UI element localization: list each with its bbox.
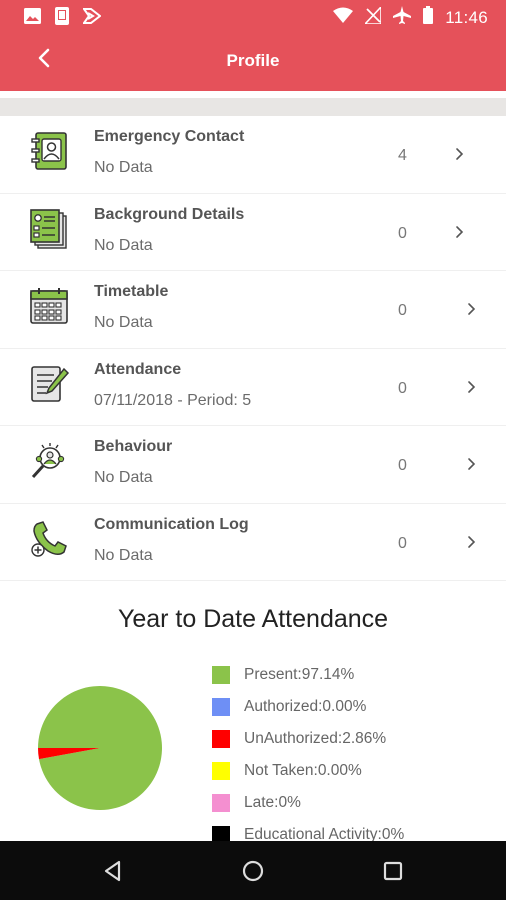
chevron-right-icon: [454, 147, 468, 163]
legend-item-unauthorized: UnAuthorized:2.86%: [212, 723, 404, 755]
list-item-behaviour[interactable]: Behaviour No Data 0: [0, 426, 506, 504]
attendance-heading: Year to Date Attendance: [117, 605, 389, 633]
legend-item-late: Late:0%: [212, 787, 404, 819]
recents-square-icon[interactable]: [380, 858, 406, 884]
chart-legend: Present:97.14% Authorized:0.00% UnAuthor…: [212, 659, 404, 851]
list-item-count: 0: [398, 457, 407, 474]
contact-book-icon: [28, 130, 70, 172]
list-item-subtitle: No Data: [94, 546, 153, 564]
legend-label: Late:0%: [244, 794, 301, 811]
legend-item-authorized: Authorized:0.00%: [212, 691, 404, 723]
list-item-count: 4: [398, 147, 407, 164]
battery-icon: [423, 6, 434, 29]
wifi-icon: [333, 7, 354, 28]
chevron-right-icon: [454, 225, 468, 241]
status-bar-notifications: [24, 7, 102, 30]
chevron-right-icon: [466, 302, 480, 318]
list-item-subtitle: No Data: [94, 469, 153, 486]
legend-item-present: Present:97.14%: [212, 659, 404, 691]
clipboard-pen-icon: [28, 363, 70, 405]
list-item-title: Timetable: [94, 283, 169, 300]
back-triangle-icon[interactable]: [100, 858, 126, 884]
phone-add-icon: [28, 518, 70, 560]
list-item-count: 0: [398, 534, 407, 552]
app-notification-icon: [82, 8, 102, 29]
phone-device-icon: [55, 7, 69, 30]
list-item-timetable[interactable]: Timetable No Data 0: [0, 271, 506, 349]
list-item-title: Background Details: [94, 205, 245, 223]
list-item-count: 0: [398, 302, 407, 319]
legend-swatch: [212, 730, 230, 748]
list-item-title: Emergency Contact: [94, 128, 245, 145]
list-item-subtitle: No Data: [94, 159, 153, 176]
chevron-right-icon: [466, 380, 480, 396]
list-item-communication-log[interactable]: Communication Log No Data 0: [0, 504, 506, 581]
legend-swatch: [212, 666, 230, 684]
status-time: 11:46: [445, 7, 488, 27]
page-title: Profile: [226, 51, 280, 70]
list-item-title: Behaviour: [94, 438, 173, 455]
list-item-background-details[interactable]: Background Details No Data 0: [0, 194, 506, 271]
list-item-emergency-contact[interactable]: Emergency Contact No Data 4: [0, 116, 506, 194]
list-item-subtitle: No Data: [94, 236, 153, 254]
legend-swatch: [212, 794, 230, 812]
image-icon: [24, 8, 41, 29]
list-item-title: Attendance: [94, 360, 182, 378]
list-item-subtitle: No Data: [94, 314, 153, 331]
legend-label: Authorized:0.00%: [244, 698, 367, 715]
list-item-count: 0: [398, 379, 407, 397]
legend-swatch: [212, 698, 230, 716]
airplane-mode-icon: [393, 6, 412, 29]
section-divider: [0, 98, 506, 116]
legend-item-not-taken: Not Taken:0.00%: [212, 755, 404, 787]
legend-label: UnAuthorized:2.86%: [244, 730, 387, 747]
list-item-attendance[interactable]: Attendance 07/11/2018 - Period: 5 0: [0, 349, 506, 426]
legend-swatch: [212, 762, 230, 780]
app-bar: Profile: [0, 31, 506, 91]
magnifier-people-icon: [28, 440, 70, 482]
no-signal-icon: [363, 4, 383, 29]
home-circle-icon[interactable]: [240, 858, 266, 884]
chevron-right-icon: [466, 457, 480, 473]
attendance-pie-chart: [38, 686, 162, 810]
list-item-count: 0: [398, 224, 407, 242]
calendar-icon: [28, 285, 70, 327]
profile-list: Emergency Contact No Data 4 Background D…: [0, 116, 506, 581]
status-bar: 11:46: [0, 0, 506, 31]
system-nav-bar: [0, 841, 506, 900]
chevron-right-icon: [466, 535, 480, 551]
legend-label: Present:97.14%: [244, 666, 355, 683]
legend-label: Not Taken:0.00%: [244, 762, 362, 779]
status-bar-system: 11:46: [333, 4, 488, 29]
list-item-title: Communication Log: [94, 515, 249, 533]
id-card-icon: [28, 208, 70, 250]
list-item-subtitle: 07/11/2018 - Period: 5: [94, 391, 252, 409]
